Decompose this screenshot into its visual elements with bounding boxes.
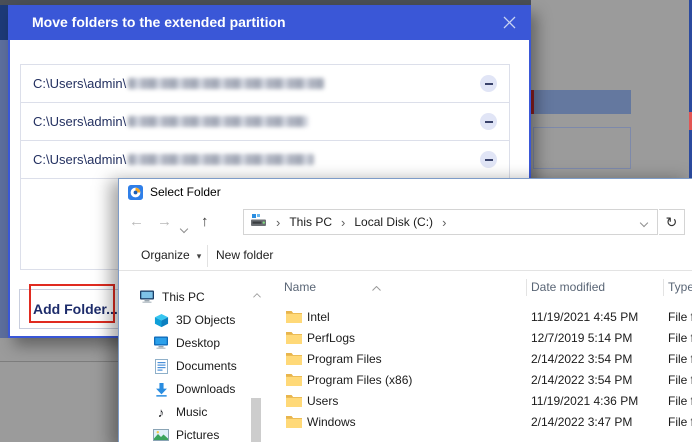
sort-ascending-icon	[372, 278, 381, 296]
annotation-highlight-rectangle	[29, 284, 115, 323]
app-icon	[128, 185, 143, 200]
folder-path-row: C:\Users\admin\	[21, 65, 509, 103]
column-header-name[interactable]: Name	[284, 277, 316, 297]
folder-path-row: C:\Users\admin\	[21, 103, 509, 141]
file-row-intel[interactable]: Intel 11/19/2021 4:45 PM File folder	[119, 307, 692, 327]
column-separator[interactable]	[526, 279, 527, 296]
file-date: 11/19/2021 4:36 PM	[531, 391, 638, 411]
background-red-segment	[531, 90, 534, 114]
this-pc-icon	[139, 289, 155, 305]
column-header-date-modified[interactable]: Date modified	[531, 277, 605, 297]
refresh-button[interactable]: ↻	[659, 209, 685, 235]
file-name: Program Files (x86)	[307, 370, 412, 390]
redacted-path-blur	[128, 154, 314, 165]
file-type: File folder	[668, 328, 692, 348]
folder-icon	[286, 352, 302, 368]
breadcrumb-local-disk-c[interactable]: Local Disk (C:)	[354, 215, 433, 229]
file-name: Users	[307, 391, 338, 411]
file-name: Intel	[307, 307, 330, 327]
file-name: Program Files	[307, 349, 382, 369]
breadcrumb-this-pc[interactable]: This PC	[289, 215, 332, 229]
folder-icon	[286, 415, 302, 431]
new-folder-button[interactable]: New folder	[216, 241, 273, 270]
file-type: File folder	[668, 307, 692, 327]
file-date: 11/19/2021 4:45 PM	[531, 307, 638, 327]
file-date: 12/7/2019 5:14 PM	[531, 328, 632, 348]
toolbar-separator	[207, 245, 208, 267]
folder-path-text: C:\Users\admin\	[33, 114, 126, 129]
minus-icon	[485, 121, 493, 123]
drive-icon	[251, 214, 267, 230]
address-chevron-down-icon[interactable]	[641, 215, 647, 229]
background-left-strip-top	[0, 5, 8, 40]
folder-icon	[286, 394, 302, 410]
move-dialog-title: Move folders to the extended partition	[32, 14, 286, 30]
remove-folder-button[interactable]	[480, 75, 497, 92]
up-icon[interactable]: ↑	[201, 206, 209, 238]
file-type: File folder	[668, 412, 692, 432]
folder-path-text: C:\Users\admin\	[33, 76, 126, 91]
remove-folder-button[interactable]	[480, 113, 497, 130]
close-icon[interactable]	[502, 15, 517, 30]
forward-icon[interactable]: →	[157, 206, 172, 238]
background-left-strip	[0, 40, 8, 338]
file-date: 2/14/2022 3:47 PM	[531, 412, 632, 432]
file-row-program-files-x86[interactable]: Program Files (x86) 2/14/2022 3:54 PM Fi…	[119, 370, 692, 390]
organize-menu-button[interactable]: Organize ▾	[141, 241, 201, 270]
file-row-users[interactable]: Users 11/19/2021 4:36 PM File folder	[119, 391, 692, 411]
folder-icon	[286, 310, 302, 326]
minus-icon	[485, 83, 493, 85]
sidebar-item-label: This PC	[162, 290, 205, 304]
back-icon[interactable]: ←	[129, 206, 144, 238]
file-name: Windows	[307, 412, 356, 432]
file-date: 2/14/2022 3:54 PM	[531, 349, 632, 369]
background-partition-bar	[534, 90, 631, 114]
organize-label: Organize	[141, 248, 190, 262]
screenshot-stage: Move folders to the extended partition C…	[0, 0, 692, 442]
commandbar-divider	[119, 270, 692, 271]
organize-caret-icon: ▾	[197, 242, 202, 271]
file-date: 2/14/2022 3:54 PM	[531, 370, 632, 390]
nav-scroll-up-icon[interactable]	[253, 285, 261, 303]
folder-icon	[286, 373, 302, 389]
folder-path-row: C:\Users\admin\	[21, 141, 509, 179]
redacted-path-blur	[128, 116, 308, 127]
breadcrumb-chevron-icon: ›	[341, 215, 345, 230]
select-folder-title: Select Folder	[150, 179, 221, 206]
sidebar-item-this-pc[interactable]: This PC	[139, 287, 205, 307]
file-name: PerfLogs	[307, 328, 355, 348]
file-type: File folder	[668, 370, 692, 390]
folder-path-text: C:\Users\admin\	[33, 152, 126, 167]
select-folder-titlebar[interactable]: Select Folder	[119, 179, 692, 206]
background-outline-box	[533, 127, 631, 169]
address-bar[interactable]: › This PC › Local Disk (C:) ›	[243, 209, 658, 235]
folder-icon	[286, 331, 302, 347]
refresh-icon: ↻	[666, 214, 678, 230]
file-row-program-files[interactable]: Program Files 2/14/2022 3:54 PM File fol…	[119, 349, 692, 369]
remove-folder-button[interactable]	[480, 151, 497, 168]
file-row-windows[interactable]: Windows 2/14/2022 3:47 PM File folder	[119, 412, 692, 432]
minus-icon	[485, 159, 493, 161]
column-separator[interactable]	[663, 279, 664, 296]
file-type: File folder	[668, 349, 692, 369]
history-chevron-down-icon[interactable]	[181, 219, 187, 237]
breadcrumb-chevron-icon: ›	[442, 215, 446, 230]
redacted-path-blur	[128, 78, 324, 89]
background-horizontal-line	[0, 361, 118, 362]
column-header-type[interactable]: Type	[668, 277, 692, 297]
select-folder-dialog: Select Folder ← → ↑ › This PC › Local Di…	[118, 178, 692, 442]
file-type: File folder	[668, 391, 692, 411]
file-row-perflogs[interactable]: PerfLogs 12/7/2019 5:14 PM File folder	[119, 328, 692, 348]
move-dialog-titlebar[interactable]: Move folders to the extended partition	[8, 5, 531, 40]
breadcrumb-chevron-icon: ›	[276, 215, 280, 230]
